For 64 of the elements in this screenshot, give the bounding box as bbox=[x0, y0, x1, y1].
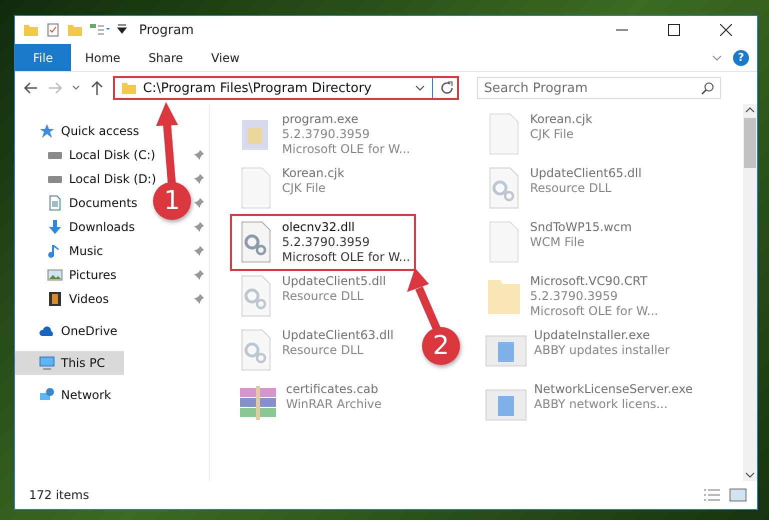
ribbon-tab[interactable]: File bbox=[15, 44, 71, 71]
ribbon-tab[interactable]: Share bbox=[134, 44, 198, 71]
pin-icon[interactable] bbox=[193, 197, 205, 209]
film-icon bbox=[47, 291, 63, 307]
search-field[interactable]: Search Program bbox=[477, 77, 721, 99]
star-icon bbox=[39, 123, 55, 139]
file-item[interactable]: UpdateInstaller.exe ABBY updates installer bbox=[478, 322, 676, 378]
step-number: 1 bbox=[153, 182, 191, 220]
file-item[interactable]: UpdateClient63.dll Resource DLL bbox=[230, 322, 400, 378]
drive-icon bbox=[47, 152, 63, 158]
folder-icon bbox=[23, 22, 39, 38]
step-number: 2 bbox=[422, 327, 460, 365]
ribbon-tab[interactable]: View bbox=[197, 44, 254, 71]
file-item[interactable]: SndToWP15.wcm WCM File bbox=[478, 214, 638, 270]
sidebar-item[interactable]: This PC bbox=[15, 351, 124, 375]
minimize-icon bbox=[616, 29, 628, 31]
sidebar-item[interactable]: Local Disk (C:) bbox=[15, 143, 160, 167]
forward-arrow-icon bbox=[47, 80, 63, 96]
up-arrow-icon bbox=[89, 80, 105, 96]
sidebar-item[interactable]: Documents bbox=[15, 191, 142, 215]
picture-icon bbox=[47, 267, 63, 283]
download-arrow-icon bbox=[47, 219, 63, 235]
file-item[interactable]: certificates.cab WinRAR Archive bbox=[230, 376, 388, 432]
sidebar-item[interactable]: Music bbox=[15, 239, 108, 263]
sidebar-item[interactable]: Downloads bbox=[15, 215, 139, 239]
sidebar-item[interactable]: OneDrive bbox=[15, 319, 122, 343]
address-bar[interactable]: C:\Program Files\Program Directory bbox=[113, 76, 459, 100]
folder-icon bbox=[121, 80, 137, 96]
checklist-icon bbox=[45, 22, 61, 38]
item-count: 172 items bbox=[29, 488, 90, 502]
network-icon bbox=[39, 387, 55, 403]
scrollbar-thumb[interactable] bbox=[744, 118, 756, 168]
close-icon bbox=[720, 24, 732, 36]
maximize-icon bbox=[668, 24, 680, 36]
sidebar-item[interactable]: Videos bbox=[15, 287, 113, 311]
folder-icon bbox=[67, 22, 83, 38]
file-item[interactable]: Korean.cjk CJK File bbox=[478, 106, 598, 162]
pin-icon[interactable] bbox=[193, 269, 205, 281]
window-title: Program bbox=[139, 22, 194, 38]
drive-icon bbox=[47, 176, 63, 182]
file-item[interactable]: UpdateClient5.dll Resource DLL bbox=[230, 268, 392, 324]
file-item[interactable]: olecnv32.dll 5.2.3790.3959 Microsoft OLE for W... bbox=[230, 214, 416, 271]
search-icon bbox=[701, 81, 715, 95]
file-item[interactable]: NetworkLicenseServer.exe ABBY network licens... bbox=[478, 376, 699, 432]
pin-icon[interactable] bbox=[193, 173, 205, 185]
details-view-icon bbox=[703, 487, 721, 503]
sidebar-item[interactable]: Pictures bbox=[15, 263, 121, 287]
large-icons-view-icon bbox=[729, 487, 747, 503]
sidebar-item[interactable]: Network bbox=[15, 383, 116, 407]
monitor-icon bbox=[39, 355, 55, 371]
document-icon bbox=[47, 195, 63, 211]
pin-icon[interactable] bbox=[193, 293, 205, 305]
pin-icon[interactable] bbox=[193, 149, 205, 161]
sidebar-item[interactable]: Quick access bbox=[15, 119, 144, 143]
back-arrow-icon bbox=[23, 80, 39, 96]
file-item[interactable]: program.exe 5.2.3790.3959 Microsoft OLE for W... bbox=[230, 106, 416, 163]
file-item[interactable]: UpdateClient65.dll Resource DLL bbox=[478, 160, 648, 216]
file-item[interactable]: Microsoft.VC90.CRT 5.2.3790.3959 Microsoft OLE for W... bbox=[478, 268, 664, 325]
ribbon-tab[interactable]: Home bbox=[71, 44, 134, 71]
file-item[interactable]: Korean.cjk CJK File bbox=[230, 160, 350, 216]
pin-icon[interactable] bbox=[193, 245, 205, 257]
pin-icon[interactable] bbox=[193, 221, 205, 233]
help-button[interactable]: ? bbox=[733, 50, 749, 66]
scrollbar[interactable] bbox=[743, 104, 757, 481]
